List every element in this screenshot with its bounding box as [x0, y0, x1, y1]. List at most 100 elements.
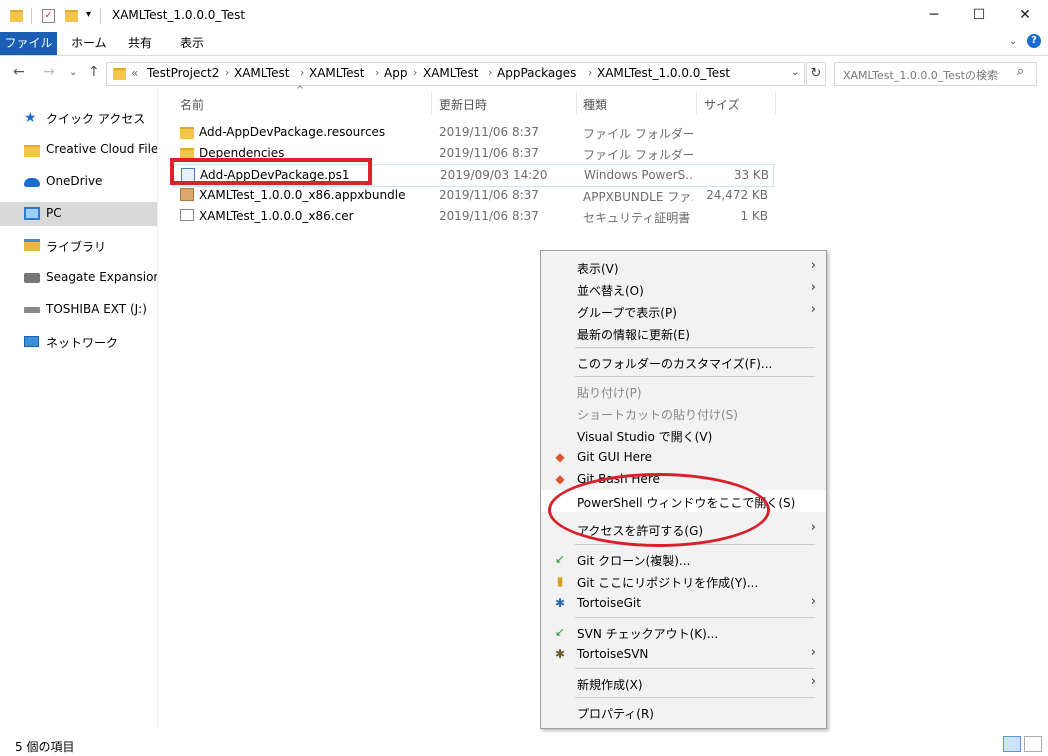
menu-item-paste[interactable]: 貼り付け(P)	[541, 380, 826, 402]
tab-view[interactable]: 表示	[180, 32, 204, 55]
address-bar[interactable]: « TestProject2 › XAMLTest › XAMLTest › A…	[106, 62, 805, 86]
chevron-right-icon[interactable]: ›	[375, 66, 379, 79]
address-row: ← → ⌄ ↑ « TestProject2 › XAMLTest › XAML…	[0, 58, 1048, 88]
git-icon: ◆	[555, 450, 565, 464]
git-repo-icon: ▮	[556, 574, 564, 588]
crumb-apppackages[interactable]: AppPackages	[497, 66, 576, 80]
network-icon	[24, 336, 39, 347]
nav-toshiba-drive[interactable]: TOSHIBA EXT (J:)	[0, 298, 157, 322]
search-input[interactable]: XAMLTest_1.0.0.0_Testの検索 ⌕	[834, 62, 1037, 86]
item-count: 5 個の項目	[15, 740, 75, 754]
crumb-xamltest-3[interactable]: XAMLTest	[423, 66, 478, 80]
file-row[interactable]: Add-AppDevPackage.resources 2019/11/06 8…	[172, 122, 772, 143]
column-name[interactable]: 名前	[180, 96, 204, 113]
chevron-right-icon[interactable]: ›	[588, 66, 592, 79]
column-divider[interactable]	[431, 92, 432, 114]
chevron-right-icon: ›	[810, 302, 816, 317]
title-bar: ✓ ▾ XAMLTest_1.0.0.0_Test ─ ☐ ✕	[0, 0, 1048, 32]
nav-quick-access[interactable]: ★ クイック アクセス	[0, 106, 157, 130]
menu-item-view[interactable]: 表示(V) ›	[541, 256, 826, 278]
tab-home[interactable]: ホーム	[71, 32, 107, 55]
column-divider[interactable]	[696, 92, 697, 114]
menu-item-git-create-repo[interactable]: ▮ Git ここにリポジトリを作成(Y)...	[541, 570, 826, 592]
up-icon[interactable]: ↑	[88, 64, 100, 80]
drive-icon	[24, 273, 40, 283]
menu-item-customize[interactable]: このフォルダーのカスタマイズ(F)...	[541, 351, 826, 373]
large-icons-view-icon[interactable]	[1024, 736, 1042, 752]
details-view-icon[interactable]	[1003, 736, 1021, 752]
menu-label: プロパティ(R)	[577, 707, 654, 721]
nav-creative-cloud[interactable]: Creative Cloud Files	[0, 138, 157, 162]
chevron-right-icon[interactable]: ›	[225, 66, 229, 79]
search-placeholder: XAMLTest_1.0.0.0_Testの検索	[843, 69, 998, 82]
tab-share[interactable]: 共有	[128, 32, 152, 55]
help-icon[interactable]: ?	[1027, 34, 1041, 48]
minimize-button[interactable]: ─	[911, 0, 957, 30]
menu-item-visual-studio[interactable]: Visual Studio で開く(V)	[541, 424, 826, 446]
column-divider[interactable]	[775, 92, 776, 114]
menu-item-sort[interactable]: 並べ替え(O) ›	[541, 278, 826, 300]
menu-item-group[interactable]: グループで表示(P) ›	[541, 300, 826, 322]
search-icon[interactable]: ⌕	[1017, 64, 1024, 79]
file-row[interactable]: XAMLTest_1.0.0.0_x86.cer 2019/11/06 8:37…	[172, 206, 772, 227]
close-button[interactable]: ✕	[1002, 0, 1048, 30]
crumb-xamltest-1[interactable]: XAMLTest	[234, 66, 289, 80]
nav-pc[interactable]: PC	[0, 202, 157, 226]
recent-locations-icon[interactable]: ⌄	[69, 67, 77, 78]
nav-network[interactable]: ネットワーク	[0, 330, 157, 354]
tortoise-icon: ✱	[554, 647, 566, 661]
chevron-right-icon[interactable]: ›	[300, 66, 304, 79]
file-row[interactable]: XAMLTest_1.0.0.0_x86.appxbundle 2019/11/…	[172, 185, 772, 206]
crumb-current-folder[interactable]: XAMLTest_1.0.0.0_Test	[597, 66, 730, 80]
back-icon[interactable]: ←	[13, 64, 25, 80]
nav-label: Creative Cloud Files	[46, 142, 157, 156]
chevron-right-icon[interactable]: ›	[488, 66, 492, 79]
svn-checkout-icon: ↙	[554, 625, 566, 639]
chevron-right-icon[interactable]: ›	[413, 66, 417, 79]
file-type: Windows PowerS...	[584, 168, 694, 182]
chevron-right-icon: ›	[810, 594, 816, 609]
nav-label: クイック アクセス	[46, 112, 146, 126]
file-date: 2019/11/06 8:37	[439, 188, 539, 202]
nav-onedrive[interactable]: OneDrive	[0, 170, 157, 194]
menu-item-git-clone[interactable]: ↙ Git クローン(複製)...	[541, 548, 826, 570]
menu-label: グループで表示(P)	[577, 306, 677, 320]
address-dropdown-icon[interactable]: ⌄	[791, 67, 799, 78]
file-date: 2019/11/06 8:37	[439, 125, 539, 139]
column-date[interactable]: 更新日時	[439, 96, 487, 113]
expand-ribbon-icon[interactable]: ⌄	[1009, 36, 1017, 47]
file-size: 24,472 KB	[706, 188, 768, 202]
file-size: 33 KB	[733, 168, 769, 182]
nav-libraries[interactable]: ライブラリ	[0, 234, 157, 258]
menu-separator	[575, 697, 815, 698]
new-folder-icon[interactable]	[65, 10, 78, 22]
column-divider[interactable]	[576, 92, 577, 114]
menu-item-new[interactable]: 新規作成(X) ›	[541, 672, 826, 694]
menu-item-properties[interactable]: プロパティ(R)	[541, 701, 826, 723]
menu-item-tortoisesvn[interactable]: ✱ TortoiseSVN ›	[541, 643, 826, 665]
computer-icon	[24, 207, 40, 220]
menu-item-svn-checkout[interactable]: ↙ SVN チェックアウト(K)...	[541, 621, 826, 643]
overflow-crumb[interactable]: «	[131, 66, 138, 80]
properties-check-icon[interactable]: ✓	[42, 9, 55, 23]
file-size: 1 KB	[740, 209, 768, 223]
nav-seagate-drive[interactable]: Seagate Expansion Drive	[0, 266, 157, 290]
crumb-app[interactable]: App	[384, 66, 407, 80]
crumb-xamltest-2[interactable]: XAMLTest	[309, 66, 364, 80]
tab-file[interactable]: ファイル	[0, 32, 57, 55]
customize-qat-icon[interactable]: ▾	[86, 9, 91, 20]
navigation-pane: ★ クイック アクセス Creative Cloud Files OneDriv…	[0, 88, 157, 728]
column-type[interactable]: 種類	[583, 96, 607, 113]
file-type: ファイル フォルダー	[583, 148, 693, 162]
menu-item-tortoisegit[interactable]: ✱ TortoiseGit ›	[541, 592, 826, 614]
maximize-button[interactable]: ☐	[956, 0, 1002, 30]
refresh-icon[interactable]: ↻	[806, 62, 826, 86]
menu-item-paste-shortcut[interactable]: ショートカットの貼り付け(S)	[541, 402, 826, 424]
forward-icon[interactable]: →	[43, 64, 55, 80]
crumb-testproject2[interactable]: TestProject2	[147, 66, 219, 80]
menu-label: Git クローン(複製)...	[577, 554, 691, 568]
column-size[interactable]: サイズ	[704, 96, 740, 113]
menu-item-refresh[interactable]: 最新の情報に更新(E)	[541, 322, 826, 344]
pane-divider[interactable]	[157, 88, 158, 728]
menu-item-git-gui[interactable]: ◆ Git GUI Here	[541, 446, 826, 468]
